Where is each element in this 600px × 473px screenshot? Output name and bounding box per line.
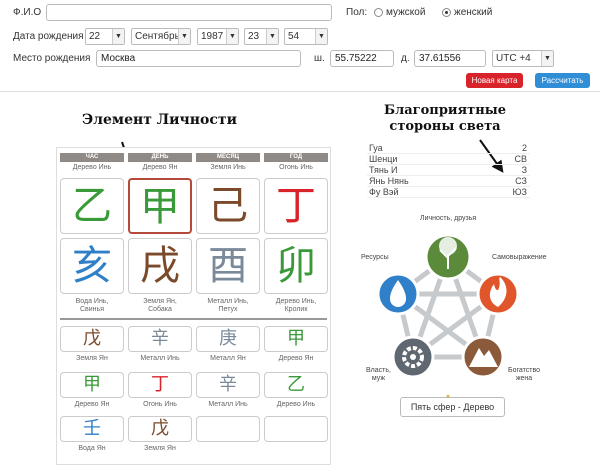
direction-row: Фу Вэй ЮЗ: [367, 187, 530, 198]
direction-value: СВ: [514, 154, 527, 164]
divider: [60, 318, 327, 320]
earth-node[interactable]: [461, 335, 505, 379]
direction-row: Шенци СВ: [367, 154, 530, 165]
stem-month[interactable]: 己: [196, 178, 260, 234]
direction-key: Шенци: [369, 154, 398, 164]
five-spheres-button[interactable]: Пять сфер - Дерево: [400, 397, 505, 417]
hidden-stem-label: Металл Инь: [140, 355, 180, 362]
branch-label-line: Свинья: [80, 306, 104, 313]
fire-node[interactable]: [476, 272, 520, 316]
stem-label: Дерево Ян: [142, 164, 178, 171]
hidden-stem-cell[interactable]: 乙: [264, 372, 328, 398]
hidden-stem-cell[interactable]: 甲: [60, 372, 124, 398]
branch-label-line: Земля Ян,: [143, 298, 177, 305]
branch-label: Металл Инь, Петух: [196, 298, 260, 314]
branch-month[interactable]: 酉: [196, 238, 260, 294]
direction-row: Янь Нянь СЗ: [367, 176, 530, 187]
branch-label-line: Металл Инь,: [207, 298, 249, 305]
direction-value: 2: [521, 143, 527, 153]
column-header-month: МЕСЯЦ: [196, 153, 260, 162]
stem-hour[interactable]: 乙: [60, 178, 124, 234]
wheel-label-left: Ресурсы: [361, 254, 389, 261]
direction-key: Тянь И: [369, 165, 398, 175]
stem-label: Дерево Инь: [72, 164, 112, 171]
direction-key: Фу Вэй: [369, 187, 399, 197]
hidden-stem-cell[interactable]: 壬: [60, 416, 124, 442]
direction-key: Гуа: [369, 143, 383, 153]
directions-table: Гуа 2 Шенци СВ Тянь И З Янь Нянь СЗ Фу Вэй ЮЗ: [367, 143, 530, 198]
wheel-label-bottom-left: Власть, муж: [366, 367, 391, 383]
stem-label: Огонь Инь: [279, 164, 313, 171]
hidden-stem-label: Дерево Ян: [278, 355, 314, 362]
column-header-hour: ЧАС: [60, 153, 124, 162]
hidden-stem-label: Вода Ян: [78, 445, 106, 452]
branch-label-line: Дерево Инь,: [275, 298, 317, 305]
stem-label: Земля Инь: [210, 164, 246, 171]
hidden-stem-label: Металл Ян: [210, 355, 246, 362]
hidden-stem-cell: [264, 416, 328, 442]
stem-day[interactable]: 甲: [128, 178, 192, 234]
label-line: жена: [515, 375, 533, 382]
hidden-stem-label: Дерево Инь: [276, 401, 316, 408]
column-header-day: ДЕНЬ: [128, 153, 192, 162]
direction-value: ЮЗ: [512, 187, 527, 197]
direction-row: Тянь И З: [367, 165, 530, 176]
branch-label-line: Кролик: [284, 306, 308, 313]
branch-hour[interactable]: 亥: [60, 238, 124, 294]
label-line: Власть,: [366, 367, 391, 374]
column-header-year: ГОД: [264, 153, 328, 162]
gear-hub: [410, 354, 416, 360]
tree-crown: [439, 237, 457, 255]
wheel-label-bottom-right: Богатство жена: [508, 367, 540, 383]
wheel-label-right: Самовыражение: [492, 254, 547, 261]
branch-label-line: Собака: [148, 306, 172, 313]
hidden-stem-cell[interactable]: 戊: [128, 416, 192, 442]
hidden-stem-label: Земля Ян: [144, 445, 176, 452]
branch-label-line: Петух: [218, 306, 238, 313]
branch-label: Дерево Инь, Кролик: [264, 298, 328, 314]
branch-day[interactable]: 戌: [128, 238, 192, 294]
branch-year[interactable]: 卯: [264, 238, 328, 294]
hidden-stem-cell[interactable]: 辛: [128, 326, 192, 352]
hidden-stem-cell[interactable]: 庚: [196, 326, 260, 352]
stem-year[interactable]: 丁: [264, 178, 328, 234]
hidden-stem-label: Земля Ян: [76, 355, 108, 362]
direction-value: З: [521, 165, 527, 175]
hidden-stem-label: Металл Инь: [208, 401, 248, 408]
branch-label: Земля Ян, Собака: [128, 298, 192, 314]
hidden-stem-cell[interactable]: 丁: [128, 372, 192, 398]
branch-label-line: Вода Инь,: [75, 298, 109, 305]
wheel-label-top: Личность, друзья: [420, 215, 477, 222]
water-node[interactable]: [376, 272, 420, 316]
four-pillars-chart: ЧАС ДЕНЬ МЕСЯЦ ГОД Дерево Инь Дерево Ян …: [56, 147, 331, 465]
hidden-stem-cell[interactable]: 甲: [264, 326, 328, 352]
wood-node[interactable]: [424, 233, 472, 281]
metal-node[interactable]: [391, 335, 435, 379]
hidden-stem-label: Дерево Ян: [74, 401, 110, 408]
hidden-stem-cell[interactable]: 戊: [60, 326, 124, 352]
label-line: муж: [371, 375, 386, 382]
direction-value: СЗ: [515, 176, 527, 186]
hidden-stem-cell[interactable]: 辛: [196, 372, 260, 398]
hidden-stem-label: Огонь Инь: [143, 401, 177, 408]
direction-key: Янь Нянь: [369, 176, 409, 186]
label-line: Богатство: [508, 367, 540, 374]
hidden-stem-cell: [196, 416, 260, 442]
branch-label: Вода Инь, Свинья: [60, 298, 124, 314]
direction-row: Гуа 2: [367, 143, 530, 154]
